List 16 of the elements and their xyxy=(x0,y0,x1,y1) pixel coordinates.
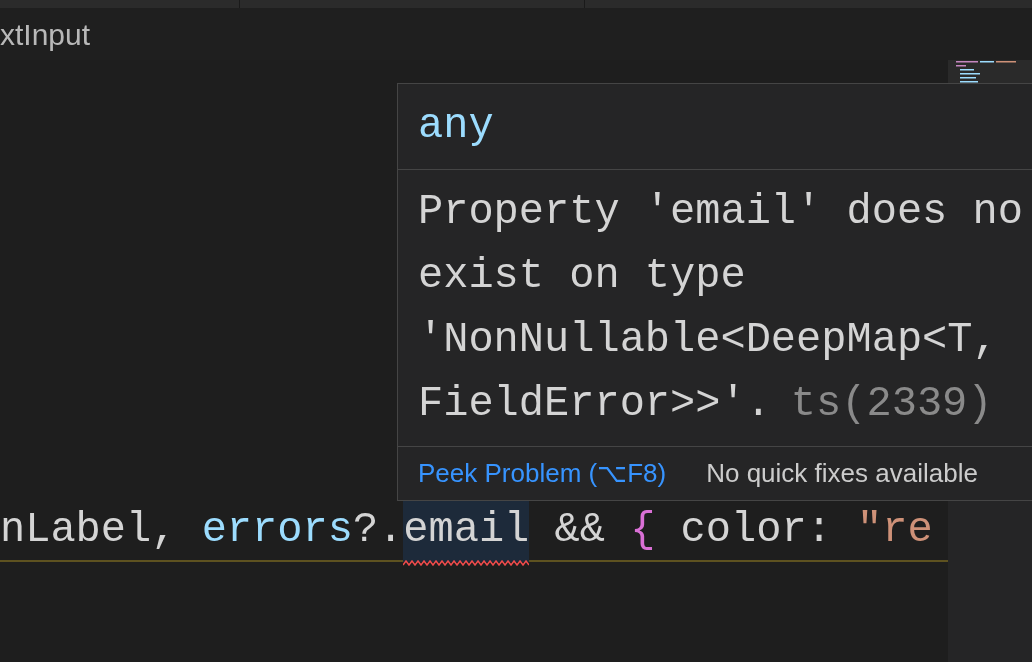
type-label: any xyxy=(418,101,494,152)
breadcrumb-item[interactable]: xtInput xyxy=(0,11,91,57)
code-token: color: xyxy=(679,504,833,556)
error-message-line: Property 'email' does no xyxy=(418,187,1024,238)
peek-problem-link[interactable]: Peek Problem (⌥F8) xyxy=(418,454,667,493)
error-message-line: FieldError>>'. xyxy=(418,379,771,430)
code-token: ?. xyxy=(352,504,404,556)
error-message-line: 'NonNullable<DeepMap<T, xyxy=(418,315,999,366)
code-token: "re xyxy=(857,504,933,556)
error-message-line: exist on type xyxy=(418,251,747,302)
error-source: ts(2339) xyxy=(790,379,993,430)
code-token: errors xyxy=(201,504,353,556)
code-token: nLabel, xyxy=(0,504,178,556)
status-text: No quick fixes available xyxy=(706,457,978,490)
code-token: { xyxy=(630,504,656,556)
code-token: && xyxy=(553,504,606,556)
